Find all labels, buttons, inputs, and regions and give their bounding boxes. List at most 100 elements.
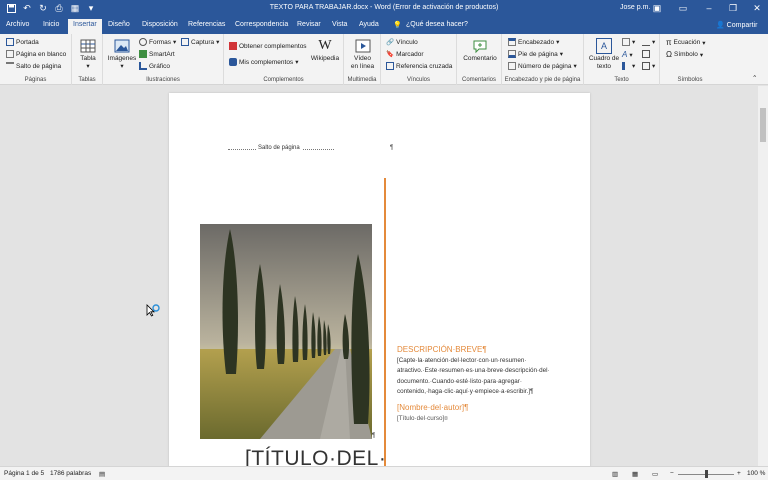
pie-pagina-button[interactable]: Pie de página ▾ (508, 50, 563, 58)
encabezado-label: Encabezado (518, 38, 555, 46)
tab-archivo[interactable]: Archivo (6, 21, 29, 28)
tabla-label: Tabla (80, 55, 96, 62)
group-label-complementos: Complementos (263, 77, 304, 83)
document-page[interactable]: Salto de página ¶ ¶ DESCRIPCIÓN·BREVE¶ [… (169, 93, 590, 466)
cuadro-label-line2: texto (596, 63, 612, 70)
zoom-level[interactable]: 100 % (747, 470, 765, 477)
close-icon[interactable]: ✕ (750, 2, 764, 15)
read-mode-icon[interactable]: ▥ (612, 470, 618, 478)
status-bar: Página 1 de 5 1786 palabras ▤ ▥ ▦ ▭ − + … (0, 466, 768, 480)
numero-label: Número de página (518, 62, 572, 70)
tab-insertar[interactable]: Insertar (68, 19, 102, 34)
drop-cap-button[interactable]: ▾ (622, 62, 635, 70)
encabezado-button[interactable]: Encabezado ▾ (508, 38, 559, 46)
tab-diseno[interactable]: Diseño (108, 21, 130, 28)
mis-complementos-button[interactable]: Mis complementos ▾ (229, 58, 298, 66)
word-count-status[interactable]: 1786 palabras (50, 470, 91, 477)
grafico-label: Gráfico (149, 62, 170, 70)
tab-correspondencia[interactable]: Correspondencia (235, 21, 288, 28)
object-button[interactable]: ▾ (642, 62, 655, 70)
chart-icon (139, 62, 147, 70)
zoom-slider-thumb[interactable] (705, 470, 708, 478)
pagina-blanco-label: Página en blanco (16, 50, 67, 58)
header-icon (508, 38, 516, 46)
imagenes-button[interactable]: Imágenes ▾ (107, 38, 137, 71)
tab-revisar[interactable]: Revisar (297, 21, 321, 28)
descripcion-breve-title[interactable]: DESCRIPCIÓN·BREVE¶ (397, 345, 487, 354)
group-texto: A Cuadro de texto ▾ A ▾ ▾ ▾ ▾ Texto (584, 34, 660, 85)
quick-parts-button[interactable]: ▾ (622, 38, 635, 46)
web-layout-icon[interactable]: ▭ (652, 470, 658, 478)
referencia-cruzada-button[interactable]: Referencia cruzada (386, 62, 452, 70)
object-icon (642, 62, 650, 70)
wordart-button[interactable]: A ▾ (622, 50, 633, 59)
video-en-linea-button[interactable]: Vídeo en línea (347, 38, 378, 71)
share-button[interactable]: 👤 Compartir (716, 21, 757, 29)
tabla-button[interactable]: Tabla ▾ (76, 38, 100, 71)
tab-referencias[interactable]: Referencias (188, 21, 225, 28)
ribbon-tabs: Archivo Inicio Insertar Diseño Disposici… (0, 18, 768, 34)
scrollbar-thumb[interactable] (760, 108, 766, 142)
tab-vista[interactable]: Vista (332, 21, 347, 28)
descripcion-body[interactable]: [Capte·la·atención·del·lector·con·un·res… (397, 356, 550, 398)
minimize-icon[interactable]: – (702, 2, 716, 15)
group-label-tablas: Tablas (78, 77, 96, 83)
signature-line-button[interactable]: ▾ (642, 38, 655, 46)
wikipedia-icon: W (318, 38, 332, 53)
cuadro-label-line1: Cuadro de (588, 55, 620, 62)
salto-pagina-button[interactable]: Salto de página (6, 62, 61, 70)
captura-button[interactable]: Captura ▾ (181, 38, 219, 46)
tab-disposicion[interactable]: Disposición (142, 21, 178, 28)
vinculo-button[interactable]: 🔗 Vínculo (386, 38, 418, 47)
formas-button[interactable]: Formas ▾ (139, 38, 176, 46)
ribbon-display-icon[interactable]: ▭ (676, 2, 690, 15)
author-name-field[interactable]: [Nombre·del·autor]¶ (397, 403, 468, 412)
numero-pagina-button[interactable]: Número de página ▾ (508, 62, 577, 70)
portada-label: Portada (16, 38, 39, 46)
tab-ayuda[interactable]: Ayuda (359, 21, 379, 28)
user-name[interactable]: Jose p.m. (620, 4, 650, 11)
pagina-blanco-button[interactable]: Página en blanco (6, 50, 66, 58)
simbolo-button[interactable]: Ω Símbolo ▾ (666, 50, 703, 59)
marcador-label: Marcador (396, 50, 424, 58)
proofing-icon[interactable]: ▤ (99, 470, 105, 478)
pi-icon: π (666, 38, 672, 47)
smartart-label: SmartArt (149, 50, 175, 58)
obtener-complementos-button[interactable]: Obtener complementos (229, 42, 307, 50)
obtener-label: Obtener complementos (239, 42, 307, 50)
portada-button[interactable]: Portada (6, 38, 39, 46)
group-complementos: Obtener complementos Mis complementos ▾ W… (224, 34, 344, 85)
ecuacion-button[interactable]: π Ecuación ▾ (666, 38, 706, 47)
marcador-button[interactable]: 🔖 Marcador (386, 50, 424, 59)
collapse-ribbon-icon[interactable]: ⌃ (752, 74, 757, 82)
title-bar: ↶ ↻ ⎙ ▦ ▾ TEXTO PARA TRABAJAR.docx - Wor… (0, 0, 768, 18)
page-count-status[interactable]: Página 1 de 5 (4, 470, 44, 477)
descripcion-line: documento.·Cuando·esté·listo·para·agrega… (397, 377, 522, 385)
vertical-scrollbar[interactable] (758, 86, 768, 466)
date-time-button[interactable] (642, 50, 650, 58)
document-canvas[interactable]: Salto de página ¶ ¶ DESCRIPCIÓN·BREVE¶ [… (0, 86, 768, 466)
person-icon: 👤 (716, 22, 725, 29)
tab-inicio[interactable]: Inicio (43, 21, 59, 28)
grafico-button[interactable]: Gráfico (139, 62, 170, 70)
page-break-pilcrow: ¶ (390, 145, 394, 151)
print-layout-icon[interactable]: ▦ (632, 470, 638, 478)
maximize-icon[interactable]: ❐ (726, 2, 740, 15)
referencia-label: Referencia cruzada (396, 62, 453, 70)
omega-icon: Ω (666, 50, 672, 59)
tell-me-search[interactable]: ¿Qué desea hacer? (406, 21, 468, 28)
group-paginas: Portada Página en blanco Salto de página… (0, 34, 72, 85)
comentario-button[interactable]: Comentario (461, 38, 499, 63)
textbox-icon: A (596, 38, 612, 54)
descripcion-line: atractivo.·Este·resumen·es·una·breve·des… (397, 367, 550, 375)
cypress-road-image[interactable] (200, 224, 372, 439)
zoom-in-icon[interactable]: + (737, 470, 741, 477)
account-icon[interactable]: ▣ (650, 2, 664, 15)
zoom-out-icon[interactable]: − (670, 470, 674, 477)
wikipedia-button[interactable]: W Wikipedia (310, 38, 340, 63)
smartart-button[interactable]: SmartArt (139, 50, 175, 58)
blank-page-icon (6, 50, 14, 58)
cuadro-texto-button[interactable]: A Cuadro de texto (587, 38, 621, 71)
document-title-field[interactable]: [TÍTULO·DEL· (245, 447, 386, 466)
course-title-field[interactable]: [Título·del·curso]¤ (397, 415, 448, 422)
